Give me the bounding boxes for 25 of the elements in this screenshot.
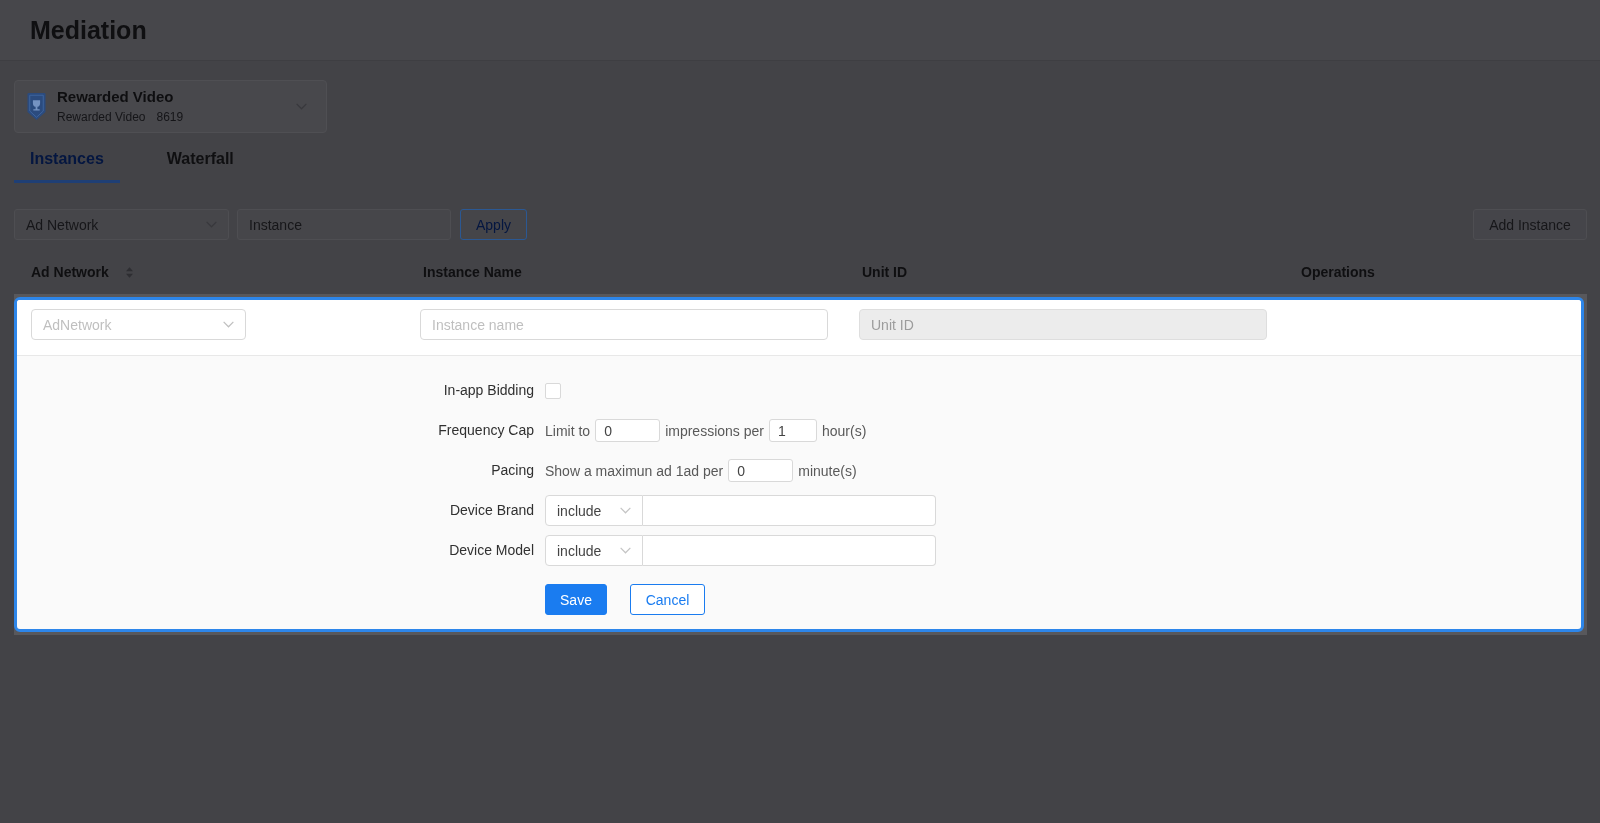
dropdown[interactable]: include	[545, 495, 643, 526]
save-button[interactable]: Save	[545, 584, 607, 615]
caret-icon	[620, 507, 631, 514]
field-label: In-app Bidding	[443, 381, 534, 400]
field-text: Limit to	[545, 422, 591, 439]
page-title: Mediation	[30, 15, 147, 45]
field-label: Frequency Cap	[438, 421, 534, 440]
dropdown[interactable]: include	[545, 535, 643, 566]
field-text: Show a maximun ad 1ad per	[545, 462, 724, 479]
field-label: Device Model	[449, 541, 534, 560]
number-field[interactable]: 0	[728, 459, 794, 482]
trophy-icon	[26, 93, 47, 120]
field-label: Pacing	[491, 461, 534, 480]
caret-icon	[223, 321, 234, 328]
field-text: hour(s)	[821, 422, 867, 439]
placement-name: Rewarded Video	[57, 88, 175, 106]
field-text: impressions per	[665, 422, 764, 439]
checkbox[interactable]	[545, 382, 561, 399]
number-field[interactable]: 0	[595, 419, 661, 442]
cancel-button[interactable]: Cancel	[630, 584, 705, 615]
number-field[interactable]: 1	[768, 419, 817, 442]
field-label: Device Brand	[449, 501, 534, 520]
field-text: minute(s)	[798, 462, 857, 479]
input-field: Unit ID	[859, 309, 1267, 340]
caret-icon	[620, 547, 631, 554]
